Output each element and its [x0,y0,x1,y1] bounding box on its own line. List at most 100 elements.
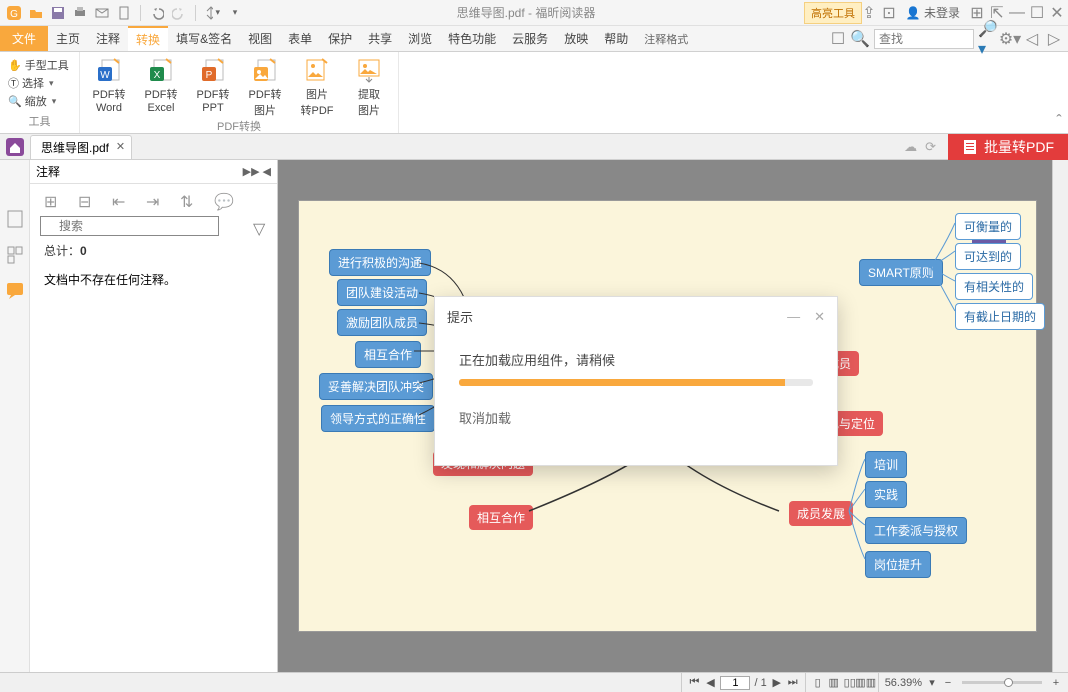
mindmap-node: SMART原则 [859,259,943,286]
annot-next-icon[interactable]: ⇥ [146,192,162,208]
zoom-out-icon[interactable]: − [942,677,954,689]
filter-icon[interactable]: ▽ [253,219,267,233]
dialog-close-icon[interactable]: ✕ [814,309,825,325]
vertical-scrollbar[interactable] [1052,160,1068,672]
first-page-icon[interactable]: ⏮ [688,677,700,689]
pdf-to-img-button[interactable]: PDF转图片 [244,56,286,118]
page-input[interactable] [720,676,750,690]
next-page-icon[interactable]: ▶ [771,677,783,689]
prev-page-icon[interactable]: ◀ [704,677,716,689]
extract-img-button[interactable]: 提取图片 [348,56,390,118]
minimize-icon[interactable]: — [1010,6,1024,20]
pin-icon[interactable]: ⇱ [990,6,1004,20]
share-icon[interactable]: ⇪ [862,6,876,20]
menu-file[interactable]: 文件 [0,26,48,51]
zoom-tool[interactable]: 🔍缩放 [8,92,71,110]
mindmap-node: 实践 [865,481,907,508]
settings-icon[interactable]: ⚙▾ [1002,31,1018,47]
menu-view[interactable]: 视图 [240,26,280,51]
quick-access: G [0,5,248,21]
cloud-sync-icon[interactable]: ⟳ [925,139,936,155]
menu-convert[interactable]: 转换 [128,26,168,51]
menu-home[interactable]: 主页 [48,26,88,51]
rail-page-icon[interactable] [6,210,24,228]
annot-prev-icon[interactable]: ⇤ [112,192,128,208]
cloud-up-icon[interactable]: ☁ [904,139,917,155]
save-icon[interactable] [50,5,66,21]
menu-fillsign[interactable]: 填写&签名 [168,26,240,51]
pdf-to-ppt-button[interactable]: P PDF转PPT [192,56,234,118]
cancel-load-button[interactable]: 取消加载 [459,408,813,427]
zoom-dropdown-icon[interactable]: ▾ [926,677,938,689]
view-modes: ▯ ▥ ▯▯ ▥▥ [805,673,878,692]
img-to-pdf-button[interactable]: 图片转PDF [296,56,338,118]
mindmap-node: 相互合作 [355,341,421,368]
qa-more-icon[interactable] [226,5,242,21]
mindmap-node: 可衡量的 [955,213,1021,240]
annot-tools: ⊞ ⊟ ⇤ ⇥ ⇅ 💬 [30,184,277,216]
open-icon[interactable] [28,5,44,21]
pdf-to-excel-button[interactable]: X PDF转Excel [140,56,182,118]
folder-search-icon[interactable]: 🔍 [852,31,868,47]
grid-icon[interactable]: ⊞ [970,6,984,20]
annot-panel-header: 注释 ▶▶ ◀ [30,160,277,184]
doc-icon[interactable] [116,5,132,21]
menu-form[interactable]: 表单 [280,26,320,51]
doc-tab-close-icon[interactable]: ✕ [116,140,125,153]
single-page-icon[interactable]: ▯ [812,677,824,689]
app-icon[interactable]: G [6,5,22,21]
two-cont-icon[interactable]: ▥▥ [860,677,872,689]
svg-text:W: W [100,70,110,81]
batch-convert-button[interactable]: 批量转PDF [948,134,1068,160]
select-tool[interactable]: Ⓣ选择 [8,74,71,92]
zoom-in-icon[interactable]: + [1050,677,1062,689]
menu-cloud[interactable]: 云服务 [504,26,556,51]
zoom-slider[interactable] [962,681,1042,684]
dialog-minimize-icon[interactable]: — [787,309,800,325]
maximize-icon[interactable]: ☐ [1030,6,1044,20]
menu-share[interactable]: 共享 [360,26,400,51]
doc-tab-label: 思维导图.pdf [41,141,109,155]
search-input[interactable] [874,29,974,49]
menu-browse[interactable]: 浏览 [400,26,440,51]
convert-group-label: PDF转换 [217,118,261,134]
svg-text:X: X [154,70,161,81]
email-icon[interactable] [94,5,110,21]
rail-annot-icon[interactable] [6,282,24,300]
menu-special[interactable]: 特色功能 [440,26,504,51]
pdf-to-word-button[interactable]: W PDF转Word [88,56,130,118]
rail-thumbs-icon[interactable] [6,246,24,264]
login-button[interactable]: 👤 未登录 [902,4,964,21]
redo-icon[interactable] [171,5,187,21]
undo-icon[interactable] [149,5,165,21]
nav-prev-icon[interactable]: ◁ [1024,31,1040,47]
ribbon-collapse-icon[interactable]: ˆ [1050,52,1068,133]
menu-protect[interactable]: 保护 [320,26,360,51]
hand-tool[interactable]: ✋手型工具 [8,56,71,74]
annot-sort-icon[interactable]: ⇅ [180,192,196,208]
options-icon[interactable]: ⊡ [882,6,896,20]
annot-expand-icon[interactable]: ⊞ [44,192,60,208]
panel-collapse-icon[interactable]: ◀ [263,165,271,178]
menu-help[interactable]: 帮助 [596,26,636,51]
annot-search-input[interactable] [40,216,219,236]
menu-annot[interactable]: 注释 [88,26,128,51]
bookmark-icon[interactable]: ☐ [830,31,846,47]
panel-expand-icon[interactable]: ▶▶ [243,165,260,178]
scroll-mode-icon[interactable] [204,5,220,21]
continuous-icon[interactable]: ▥ [828,677,840,689]
menu-present[interactable]: 放映 [556,26,596,51]
doc-tab[interactable]: 思维导图.pdf ✕ [30,135,132,159]
app-home-icon[interactable] [0,138,30,156]
close-icon[interactable]: ✕ [1050,6,1064,20]
highlight-tool-tag[interactable]: 高亮工具 [804,2,862,24]
search-go-icon[interactable]: 🔎▾ [980,31,996,47]
nav-next-icon[interactable]: ▷ [1046,31,1062,47]
annot-collapse-icon[interactable]: ⊟ [78,192,94,208]
print-icon[interactable] [72,5,88,21]
two-page-icon[interactable]: ▯▯ [844,677,856,689]
last-page-icon[interactable]: ⏭ [787,677,799,689]
menu-annot-format[interactable]: 注释格式 [636,26,696,51]
annot-comment-icon[interactable]: 💬 [214,192,230,208]
batch-convert-label: 批量转PDF [984,137,1054,157]
